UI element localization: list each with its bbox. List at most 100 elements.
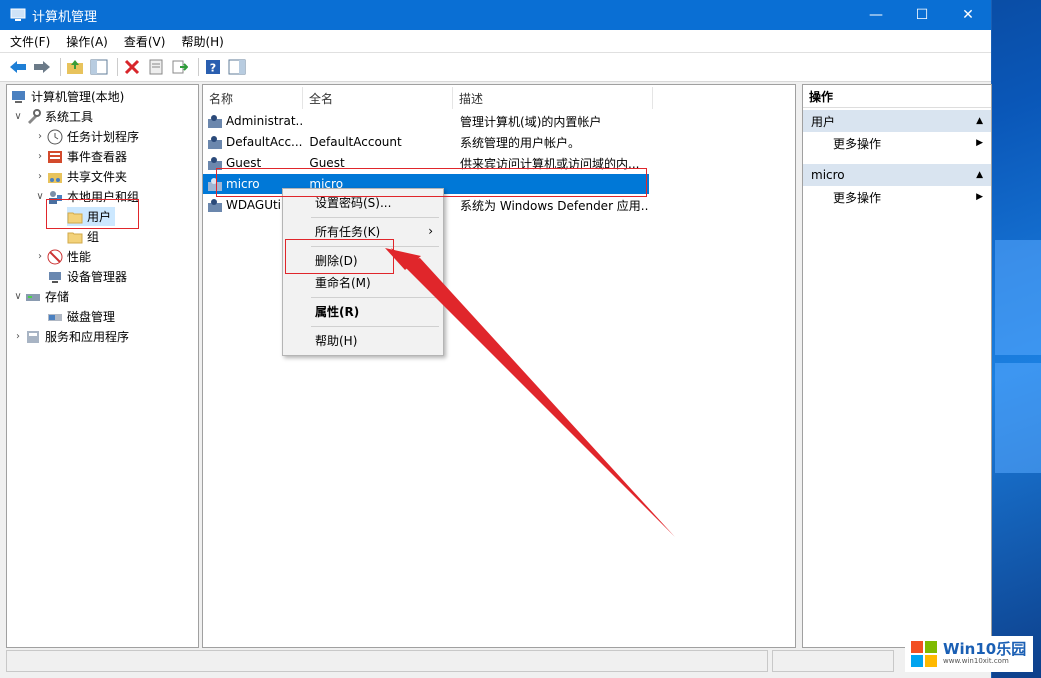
tree-label: 磁盘管理 [67, 310, 116, 324]
actions-section-micro[interactable]: micro ▲ [803, 164, 991, 186]
menu-file[interactable]: 文件(F) [10, 33, 50, 50]
maximize-button[interactable]: ☐ [899, 0, 945, 30]
chevron-down-icon[interactable]: ∨ [11, 111, 25, 122]
chevron-down-icon[interactable]: ∨ [33, 191, 47, 202]
column-header-full-name[interactable]: 全名 [303, 87, 453, 109]
column-header-name[interactable]: 名称 [203, 87, 303, 109]
user-name: WDAGUti [226, 198, 282, 212]
menu-item-help[interactable]: 帮助(H) [283, 329, 443, 351]
user-full-name: DefaultAccount [309, 135, 402, 149]
clock-icon [47, 129, 63, 144]
tree-item-system-tools[interactable]: ∨ 系统工具 [11, 107, 93, 126]
up-folder-icon[interactable] [65, 57, 85, 77]
delete-icon[interactable] [122, 57, 142, 77]
menu-action[interactable]: 操作(A) [66, 33, 108, 50]
back-icon[interactable] [8, 57, 28, 77]
collapse-icon[interactable]: ▲ [976, 116, 983, 126]
minimize-button[interactable]: — [853, 0, 899, 30]
user-description: 管理计算机(域)的内置帐户 [460, 114, 602, 129]
toolbar-separator [198, 58, 199, 76]
computer-management-icon [10, 8, 26, 21]
status-section [772, 650, 894, 672]
status-bar [6, 650, 987, 672]
chevron-right-icon[interactable]: › [11, 331, 25, 342]
show-hide-tree-icon[interactable] [89, 57, 109, 77]
chevron-right-icon[interactable]: › [33, 171, 47, 182]
menu-item-label: 重命名(M) [315, 275, 371, 290]
more-actions-label: 更多操作 [833, 190, 882, 205]
tree-label: 组 [87, 230, 100, 244]
tree-label: 性能 [67, 250, 92, 264]
tree-label: 事件查看器 [67, 150, 128, 164]
tree-item-performance[interactable]: › 性能 [33, 247, 91, 266]
services-icon [27, 330, 39, 343]
tree-item-task-scheduler[interactable]: › 任务计划程序 [33, 127, 139, 146]
chevron-right-icon[interactable]: › [33, 251, 47, 262]
tree-item-groups[interactable]: 组 [67, 227, 99, 246]
actions-pane: 操作 用户 ▲ 更多操作 ▶ micro ▲ 更多操作 ▶ [802, 84, 992, 648]
windows-flag-icon [911, 641, 937, 667]
close-button[interactable]: ✕ [945, 0, 991, 30]
svg-text:?: ? [210, 62, 216, 75]
tree-label: 存储 [45, 290, 70, 304]
user-icon [208, 199, 222, 212]
section-label: micro [811, 168, 845, 182]
user-icon [208, 115, 222, 128]
tools-icon [28, 108, 41, 124]
actions-title: 操作 [803, 85, 991, 108]
event-viewer-icon [48, 150, 62, 163]
export-icon[interactable] [170, 57, 190, 77]
menu-item-rename[interactable]: 重命名(M) [283, 271, 443, 293]
tree-item-event-viewer[interactable]: › 事件查看器 [33, 147, 127, 166]
forward-icon[interactable] [32, 57, 52, 77]
desktop-logo-pane [995, 363, 1041, 473]
annotation-box-users [46, 199, 139, 229]
menu-help[interactable]: 帮助(H) [181, 33, 223, 50]
more-actions-micro[interactable]: 更多操作 ▶ [803, 186, 991, 208]
user-description: 系统为 Windows Defender 应用... [460, 198, 649, 213]
tree-label: 共享文件夹 [67, 170, 128, 184]
more-actions-users[interactable]: 更多操作 ▶ [803, 132, 991, 154]
tree-item-disk-management[interactable]: 磁盘管理 [47, 307, 115, 326]
title-bar: 计算机管理 — ☐ ✕ [0, 0, 991, 30]
menu-item-properties[interactable]: 属性(R) [283, 300, 443, 322]
chevron-right-icon[interactable]: › [33, 151, 47, 162]
submenu-arrow-icon: › [428, 224, 433, 238]
toolbar: ? [0, 53, 991, 82]
tree-label: 服务和应用程序 [45, 330, 130, 344]
tree-item-services-apps[interactable]: › 服务和应用程序 [11, 327, 129, 346]
tree-item-storage[interactable]: ∨ 存储 [11, 287, 69, 306]
tree-label: 计算机管理(本地) [31, 90, 125, 104]
menu-item-label: 属性(R) [315, 304, 360, 319]
tree-label: 设备管理器 [67, 270, 128, 284]
menu-view[interactable]: 查看(V) [124, 33, 166, 50]
toolbar-separator [117, 58, 118, 76]
show-hide-action-pane-icon[interactable] [227, 57, 247, 77]
tree-item-root[interactable]: 计算机管理(本地) [11, 87, 124, 106]
tree-item-device-manager[interactable]: 设备管理器 [47, 267, 127, 286]
menu-separator [311, 326, 439, 327]
section-label: 用户 [811, 114, 836, 129]
table-row[interactable]: Administrat... 管理计算机(域)的内置帐户 [203, 111, 649, 131]
collapse-icon[interactable]: ▲ [976, 170, 983, 180]
disk-icon [48, 313, 62, 321]
watermark-logo: Win10乐园 www.win10xit.com [905, 636, 1033, 672]
properties-icon[interactable] [146, 57, 166, 77]
user-description: 系统管理的用户帐户。 [460, 135, 581, 150]
annotation-box-delete [285, 239, 394, 274]
toolbar-separator [60, 58, 61, 76]
help-icon[interactable]: ? [203, 57, 223, 77]
annotation-box-micro-row [216, 168, 647, 197]
shared-folder-icon [48, 172, 62, 183]
navigation-tree: 计算机管理(本地) ∨ 系统工具 › 任务计划程序 › 事件查看器 › 共享文件… [6, 84, 199, 648]
tree-item-shared-folders[interactable]: › 共享文件夹 [33, 167, 127, 186]
tree-label: 任务计划程序 [67, 130, 140, 144]
chevron-down-icon[interactable]: ∨ [11, 291, 25, 302]
actions-section-users[interactable]: 用户 ▲ [803, 110, 991, 132]
table-row[interactable]: DefaultAcc... DefaultAccount 系统管理的用户帐户。 [203, 132, 649, 152]
computer-management-window: 计算机管理 — ☐ ✕ 文件(F) 操作(A) 查看(V) 帮助(H) ? 计算… [0, 0, 992, 678]
watermark-url: www.win10xit.com [943, 657, 1009, 666]
folder-icon [67, 232, 83, 243]
chevron-right-icon[interactable]: › [33, 131, 47, 142]
column-header-description[interactable]: 描述 [453, 87, 653, 109]
